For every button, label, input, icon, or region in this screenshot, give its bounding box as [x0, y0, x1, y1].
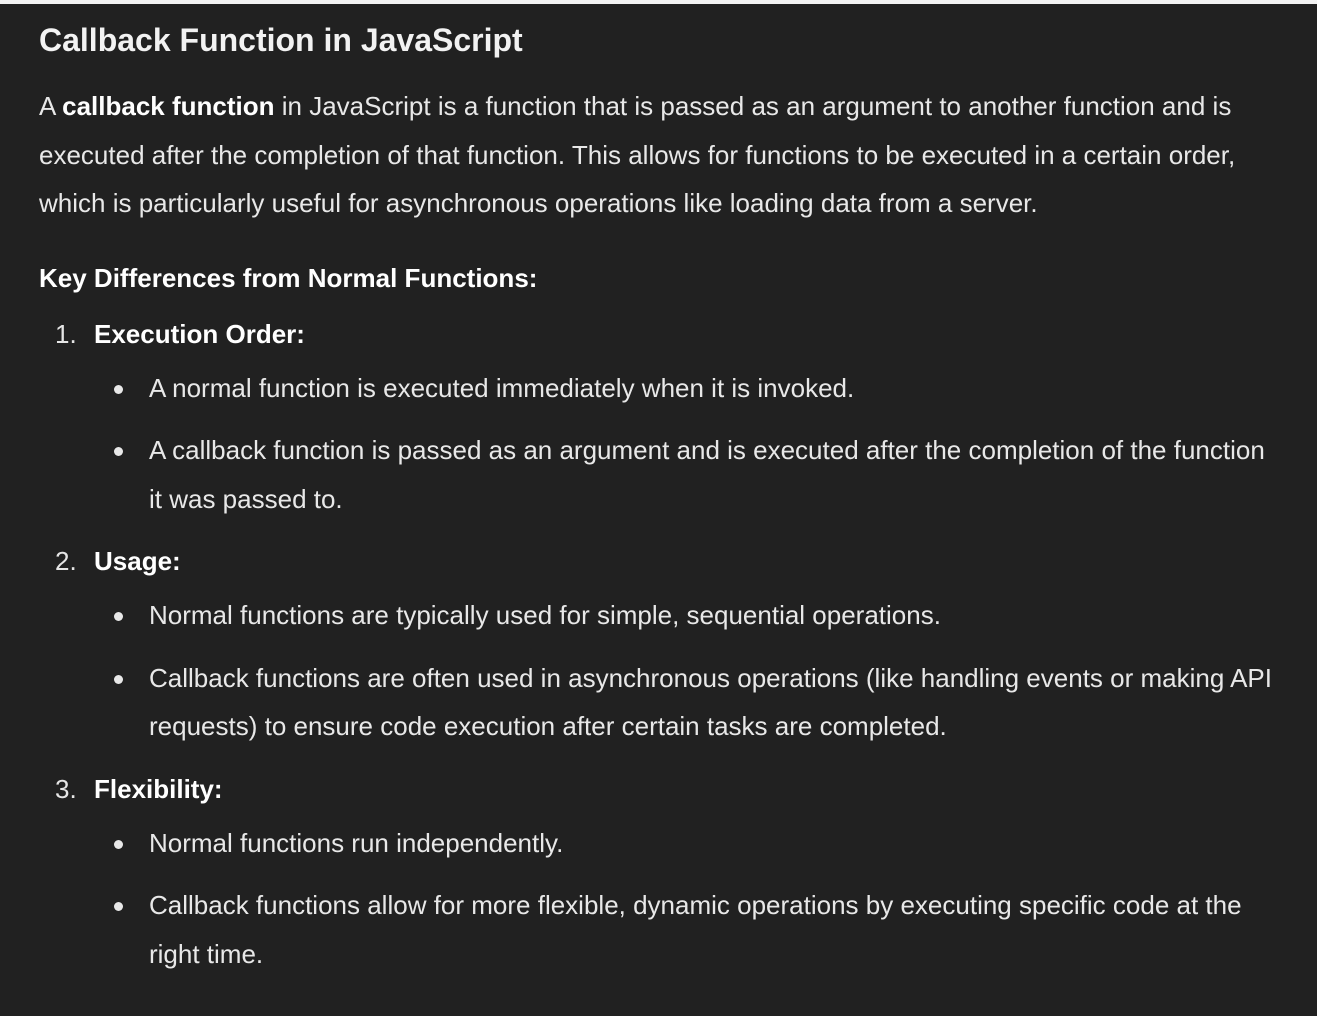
- section-heading: Key Differences from Normal Functions:: [39, 262, 538, 293]
- list-item-usage: 2. Usage: Normal functions are typically…: [39, 537, 1277, 751]
- list-item-flexibility: 3. Flexibility: Normal functions run ind…: [39, 765, 1277, 979]
- bullet-icon: [114, 674, 123, 684]
- intro-prefix: A: [39, 91, 63, 121]
- list-item-title: Execution Order:: [94, 318, 305, 349]
- intro-bold-term: callback function: [62, 91, 275, 121]
- list-item: Normal functions are typically used for …: [94, 591, 1277, 640]
- sub-list: A normal function is executed immediatel…: [94, 364, 1277, 524]
- list-item: A callback function is passed as an argu…: [94, 426, 1277, 523]
- chat-response-panel: Callback Function in JavaScript A callba…: [0, 4, 1317, 1016]
- list-number: 1.: [55, 318, 77, 349]
- list-item: A normal function is executed immediatel…: [94, 364, 1277, 413]
- list-number: 3.: [55, 773, 77, 804]
- list-item-execution-order: 1. Execution Order: A normal function is…: [39, 310, 1277, 524]
- list-number: 2.: [55, 546, 77, 576]
- intro-paragraph: A callback function in JavaScript is a f…: [39, 82, 1277, 228]
- list-item-text: A normal function is executed immediatel…: [149, 372, 855, 403]
- bullet-icon: [114, 839, 123, 849]
- bullet-icon: [114, 384, 123, 394]
- list-item-title: Flexibility:: [94, 773, 223, 804]
- differences-list: 1. Execution Order: A normal function is…: [39, 310, 1277, 979]
- list-item: Callback functions allow for more flexib…: [94, 881, 1277, 978]
- list-item-text: Callback functions are often used in asy…: [149, 662, 1272, 742]
- sub-list: Normal functions run independently. Call…: [94, 819, 1277, 979]
- list-item: Callback functions are often used in asy…: [94, 654, 1277, 751]
- bullet-icon: [114, 902, 123, 911]
- list-item-text: Callback functions allow for more flexib…: [149, 890, 1242, 969]
- bullet-icon: [114, 612, 123, 621]
- sub-list: Normal functions are typically used for …: [94, 591, 1277, 751]
- response-title: Callback Function in JavaScript: [39, 22, 523, 58]
- list-item-title: Usage:: [94, 546, 181, 576]
- list-item-text: Normal functions are typically used for …: [149, 600, 941, 630]
- bullet-icon: [114, 447, 123, 456]
- list-item-text: A callback function is passed as an argu…: [149, 435, 1265, 514]
- list-item-text: Normal functions run independently.: [149, 827, 564, 858]
- list-item: Normal functions run independently.: [94, 819, 1277, 868]
